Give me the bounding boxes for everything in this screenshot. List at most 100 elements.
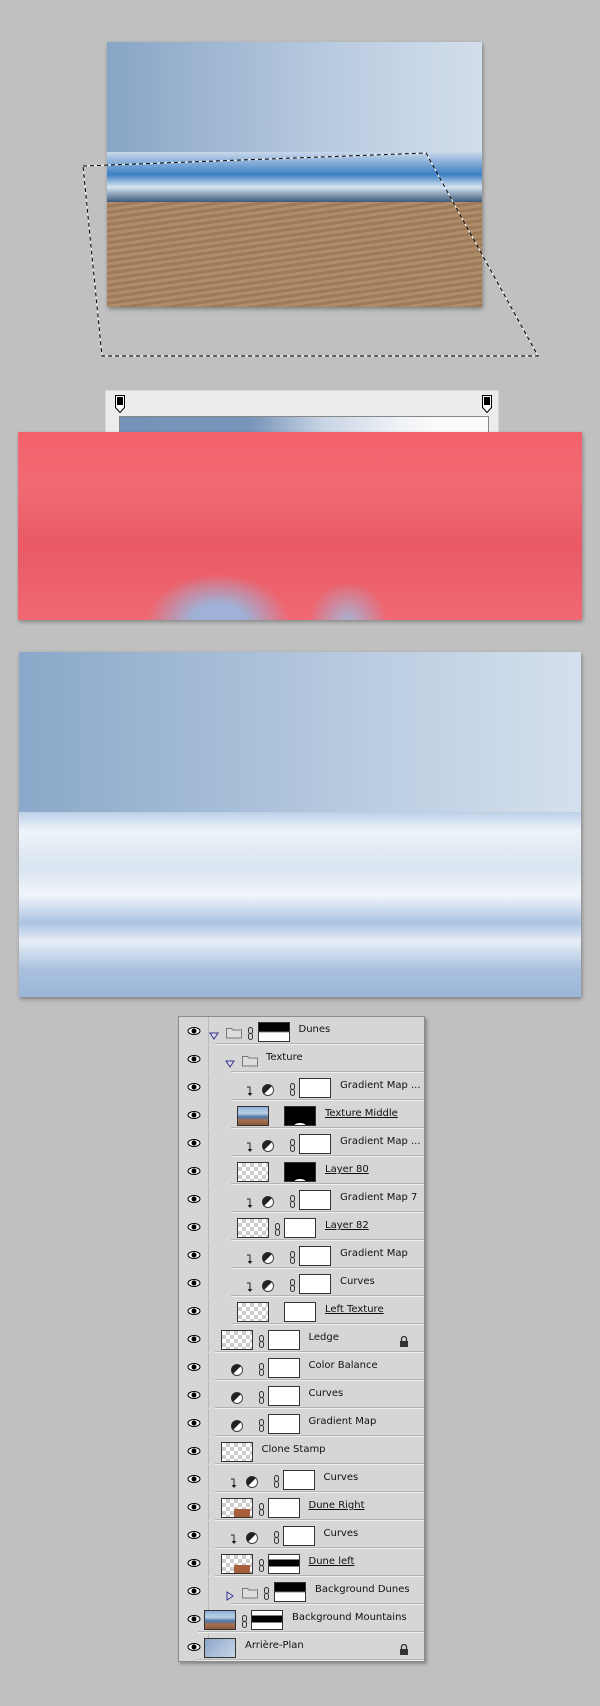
layer-mask-thumbnail[interactable] [257,1022,290,1042]
adjustment-layer-icon [230,1361,243,1380]
expanded-triangle-icon[interactable] [208,1026,219,1045]
layer-mask-thumbnail[interactable] [274,1582,306,1602]
layer-row-layer-82[interactable]: Layer 82 [179,1213,424,1241]
layer-name: Texture [266,1052,303,1063]
layer-row-ledge[interactable]: Ledge [179,1325,424,1353]
layer-mask-thumbnail[interactable] [267,1414,300,1434]
layer-thumbnail[interactable] [237,1106,269,1126]
expanded-triangle-icon[interactable] [225,1054,235,1073]
visibility-eye-icon[interactable] [179,1017,209,1044]
visibility-eye-icon[interactable] [179,1549,209,1576]
layer-mask-thumbnail[interactable] [267,1498,300,1518]
layer-row-gradient-map[interactable]: Gradient Map ... [179,1073,424,1101]
layer-thumbnail[interactable] [237,1302,269,1322]
layer-row-gradient-map[interactable]: Gradient Map ... [179,1129,424,1157]
opacity-stop-left[interactable] [115,395,125,413]
layer-thumbnail[interactable] [220,1498,253,1518]
link-chain-icon [258,1557,265,1576]
visibility-eye-icon[interactable] [179,1325,209,1352]
layer-mask-thumbnail[interactable] [251,1610,283,1630]
layer-row-color-balance[interactable]: Color Balance [179,1353,424,1381]
layer-row-gradient-map-7[interactable]: Gradient Map 7 [179,1185,424,1213]
clipping-arrow-icon [246,1138,253,1157]
layer-name: Background Mountains [292,1612,407,1623]
layer-mask-thumbnail[interactable] [299,1190,331,1210]
layer-row-gradient-map[interactable]: Gradient Map [179,1409,424,1437]
clipping-arrow-icon [246,1278,253,1297]
layer-mask-thumbnail[interactable] [284,1106,316,1126]
lock-icon [399,1333,409,1352]
layer-row-curves[interactable]: Curves [179,1521,424,1549]
visibility-eye-icon[interactable] [179,1493,209,1520]
layer-mask-thumbnail[interactable] [267,1386,300,1406]
visibility-eye-icon[interactable] [179,1213,209,1240]
layer-thumbnail[interactable] [237,1162,269,1182]
layer-thumbnail[interactable] [204,1610,236,1630]
link-chain-icon [258,1501,265,1520]
layer-row-curves[interactable]: Curves [179,1381,424,1409]
layer-thumbnail[interactable] [237,1218,269,1238]
visibility-eye-icon[interactable] [179,1045,209,1072]
layer-mask-thumbnail[interactable] [299,1274,331,1294]
clipping-arrow-icon [246,1194,253,1213]
visibility-eye-icon[interactable] [179,1185,209,1212]
layer-row-left-texture[interactable]: Left Texture [179,1297,424,1325]
clipping-arrow-icon [230,1530,237,1549]
layer-row-dune-left[interactable]: Dune left [179,1549,424,1577]
transform-selection-marquee[interactable] [0,0,600,400]
layer-row-clone-stamp[interactable]: Clone Stamp [179,1437,424,1465]
link-chain-icon [241,1613,248,1632]
layer-row-texture-middle[interactable]: Texture Middle [179,1101,424,1129]
collapsed-triangle-icon[interactable] [225,1586,235,1605]
visibility-eye-icon[interactable] [179,1241,209,1268]
visibility-eye-icon[interactable] [179,1073,209,1100]
layer-thumbnail[interactable] [204,1638,236,1658]
layer-mask-thumbnail[interactable] [282,1470,315,1490]
layer-row-gradient-map[interactable]: Gradient Map [179,1241,424,1269]
visibility-eye-icon[interactable] [179,1437,209,1464]
visibility-eye-icon[interactable] [179,1353,209,1380]
layer-row-dune-right[interactable]: Dune Right [179,1493,424,1521]
layer-row-dunes[interactable]: Dunes [179,1017,424,1045]
visibility-eye-icon[interactable] [179,1297,209,1324]
layer-mask-thumbnail[interactable] [284,1302,316,1322]
layer-row-background-dunes[interactable]: Background Dunes [179,1577,424,1605]
layer-mask-thumbnail[interactable] [299,1246,331,1266]
clipping-arrow-icon [230,1474,237,1493]
layer-row-texture[interactable]: Texture [179,1045,424,1073]
visibility-eye-icon[interactable] [179,1465,209,1492]
adjustment-layer-icon [245,1529,258,1548]
layer-mask-thumbnail[interactable] [284,1218,316,1238]
row-divider [198,1659,424,1661]
visibility-eye-icon[interactable] [179,1157,209,1184]
layer-name: Left Texture [325,1304,384,1315]
visibility-eye-icon[interactable] [179,1521,209,1548]
opacity-stop-right[interactable] [482,395,492,413]
layer-row-arri-re-plan[interactable]: Arrière-Plan [179,1633,424,1661]
layer-mask-thumbnail[interactable] [267,1330,300,1350]
layer-name: Layer 82 [325,1220,369,1231]
layer-row-curves[interactable]: Curves [179,1465,424,1493]
layer-name: Color Balance [308,1360,378,1371]
layer-mask-thumbnail[interactable] [299,1134,331,1154]
layer-mask-thumbnail[interactable] [284,1162,316,1182]
layer-row-layer-80[interactable]: Layer 80 [179,1157,424,1185]
sand-patch [233,1509,250,1517]
layer-thumbnail[interactable] [220,1330,253,1350]
visibility-eye-icon[interactable] [179,1381,209,1408]
layer-mask-thumbnail[interactable] [299,1078,331,1098]
layer-row-curves[interactable]: Curves [179,1269,424,1297]
visibility-eye-icon[interactable] [179,1409,209,1436]
visibility-eye-icon[interactable] [179,1101,209,1128]
canvas-preview-snow [19,652,581,997]
visibility-eye-icon[interactable] [179,1269,209,1296]
layer-mask-thumbnail[interactable] [267,1358,300,1378]
layer-mask-thumbnail[interactable] [267,1554,300,1574]
visibility-eye-icon[interactable] [179,1129,209,1156]
layer-row-background-mountains[interactable]: Background Mountains [179,1605,424,1633]
layer-mask-thumbnail[interactable] [282,1526,315,1546]
visibility-eye-icon[interactable] [179,1577,209,1604]
layer-thumbnail[interactable] [220,1442,253,1462]
adjustment-layer-icon [230,1389,243,1408]
layer-thumbnail[interactable] [220,1554,253,1574]
